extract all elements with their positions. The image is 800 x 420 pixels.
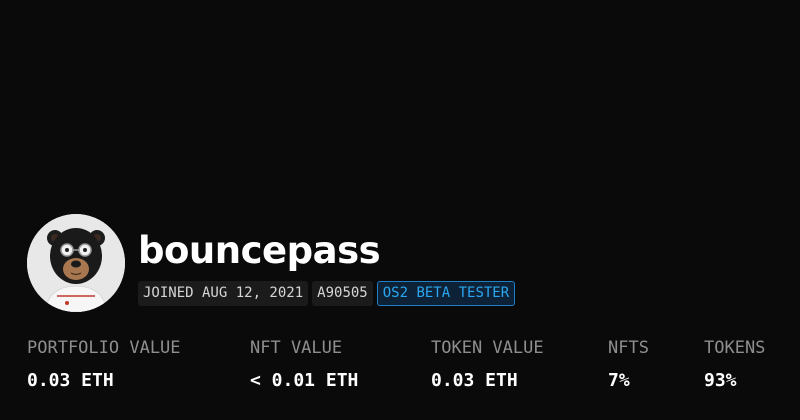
stat-value: 7% [608, 370, 630, 391]
stat-value: 0.03 ETH [431, 370, 518, 391]
stat-label: PORTFOLIO VALUE [27, 338, 181, 358]
stat-nfts: NFTS 7% [608, 338, 649, 392]
account-id-badge[interactable]: A90505 [312, 281, 373, 306]
stat-tokens: TOKENS 93% [704, 338, 765, 392]
profile-card: bouncepass JOINED AUG 12, 2021 A90505 OS… [0, 0, 800, 420]
stat-value: 93% [704, 370, 737, 391]
stat-portfolio-value: PORTFOLIO VALUE 0.03 ETH [27, 338, 181, 392]
stat-label: TOKEN VALUE [431, 338, 544, 358]
avatar[interactable] [27, 214, 125, 312]
joined-date-badge: JOINED AUG 12, 2021 [138, 281, 309, 306]
username: bouncepass [138, 229, 381, 272]
bear-avatar-icon [27, 214, 125, 312]
stat-label: TOKENS [704, 338, 766, 358]
badge-row: JOINED AUG 12, 2021 A90505 OS2 BETA TEST… [138, 281, 516, 306]
stat-nft-value: NFT VALUE < 0.01 ETH [250, 338, 358, 392]
beta-tester-badge[interactable]: OS2 BETA TESTER [376, 281, 516, 306]
stat-token-value: TOKEN VALUE 0.03 ETH [431, 338, 544, 392]
stat-label: NFTS [608, 338, 649, 358]
stat-value: < 0.01 ETH [250, 370, 359, 391]
stat-label: NFT VALUE [250, 338, 343, 358]
stat-value: 0.03 ETH [27, 370, 114, 391]
